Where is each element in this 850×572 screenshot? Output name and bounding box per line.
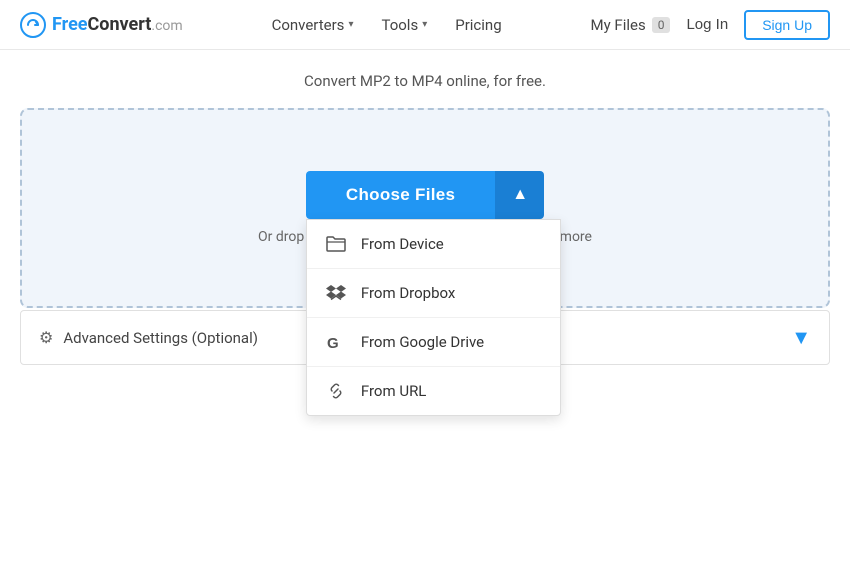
- main-nav: Converters ▾ Tools ▾ Pricing: [272, 16, 502, 34]
- from-google-drive-option[interactable]: G From Google Drive: [307, 318, 560, 367]
- logo-icon: [20, 12, 46, 38]
- logo-text: FreeConvert.com: [52, 14, 183, 35]
- header: FreeConvert.com Converters ▾ Tools ▾ Pri…: [0, 0, 850, 50]
- folder-icon: [325, 233, 347, 255]
- choose-files-wrapper: Choose Files ▲ From Device: [306, 171, 544, 219]
- choose-files-button[interactable]: Choose Files: [306, 171, 495, 219]
- from-url-option[interactable]: From URL: [307, 367, 560, 415]
- main-content: Convert MP2 to MP4 online, for free. Cho…: [0, 50, 850, 365]
- files-count-badge: 0: [652, 17, 671, 33]
- nav-pricing[interactable]: Pricing: [455, 16, 501, 34]
- svg-text:G: G: [327, 335, 339, 352]
- nav-converters[interactable]: Converters ▾: [272, 16, 354, 34]
- dropbox-icon: [325, 282, 347, 304]
- my-files-button[interactable]: My Files 0: [591, 16, 671, 34]
- from-dropbox-option[interactable]: From Dropbox: [307, 269, 560, 318]
- signup-button[interactable]: Sign Up: [744, 10, 830, 40]
- advanced-settings-chevron-icon[interactable]: ▼: [791, 325, 811, 350]
- logo[interactable]: FreeConvert.com: [20, 12, 183, 38]
- drop-zone[interactable]: Choose Files ▲ From Device: [20, 108, 830, 308]
- chevron-up-icon: ▲: [512, 186, 528, 203]
- nav-tools[interactable]: Tools ▾: [381, 16, 427, 34]
- converters-chevron-icon: ▾: [348, 19, 353, 30]
- from-device-option[interactable]: From Device: [307, 220, 560, 269]
- gear-icon: ⚙: [39, 328, 53, 347]
- advanced-settings-label: Advanced Settings (Optional): [63, 329, 258, 347]
- link-icon: [325, 380, 347, 402]
- header-right: My Files 0 Log In Sign Up: [591, 10, 830, 40]
- tools-chevron-icon: ▾: [422, 19, 427, 30]
- google-drive-icon: G: [325, 331, 347, 353]
- choose-files-dropdown: From Device From Dropbox: [306, 219, 561, 416]
- choose-files-dropdown-toggle[interactable]: ▲: [495, 171, 544, 219]
- page-subtitle: Convert MP2 to MP4 online, for free.: [0, 50, 850, 108]
- login-button[interactable]: Log In: [686, 16, 728, 33]
- advanced-settings-left: ⚙ Advanced Settings (Optional): [39, 328, 258, 347]
